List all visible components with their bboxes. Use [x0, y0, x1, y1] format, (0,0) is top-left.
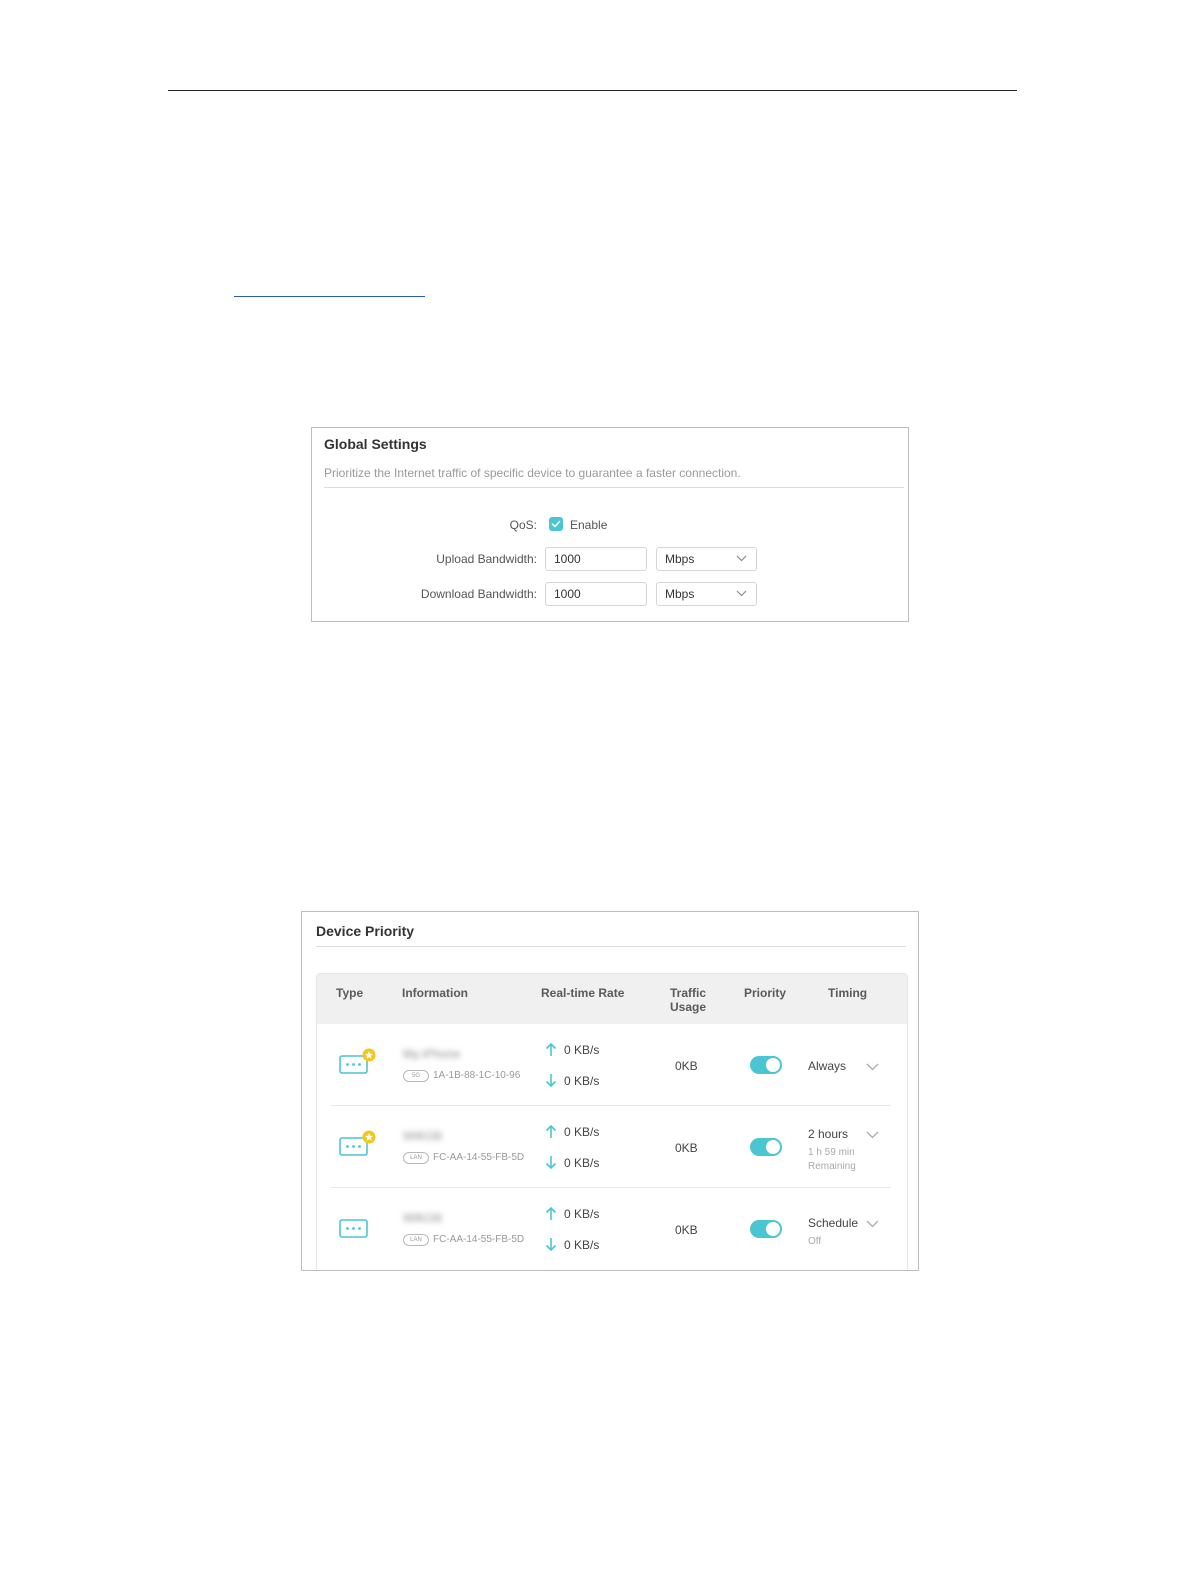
device-mac: FC-AA-14-55-FB-5D [433, 1152, 525, 1163]
download-bandwidth-input[interactable] [545, 582, 647, 606]
device-icon [339, 1219, 368, 1238]
timing-value[interactable]: Always [808, 1059, 846, 1073]
download-bandwidth-label: Download Bandwidth: [420, 587, 537, 601]
device-name: WIKO8 [403, 1129, 442, 1143]
column-header-usage-line1: Traffic [669, 986, 706, 1000]
download-unit-value: Mbps [665, 587, 695, 601]
traffic-usage: 0KB [675, 1141, 698, 1155]
download-rate: 0 KB/s [564, 1156, 600, 1170]
column-header-rate: Real-time Rate [541, 986, 625, 1000]
upload-bandwidth-input[interactable] [545, 547, 647, 571]
traffic-usage: 0KB [675, 1223, 698, 1237]
chevron-down-icon[interactable] [866, 1220, 879, 1228]
upload-bandwidth-label: Upload Bandwidth: [436, 552, 537, 566]
traffic-usage: 0KB [675, 1059, 698, 1073]
table-row: WIKO8 LAN FC-AA-14-55-FB-5D 0 KB/s 0 KB/… [317, 1188, 907, 1270]
chevron-down-icon [736, 555, 747, 562]
download-unit-select[interactable]: Mbps [656, 582, 757, 606]
download-rate: 0 KB/s [564, 1238, 600, 1252]
upload-arrow-icon [545, 1042, 557, 1056]
qos-label: QoS: [509, 518, 537, 532]
upload-unit-select[interactable]: Mbps [656, 547, 757, 571]
column-header-priority: Priority [744, 986, 787, 1000]
upload-unit-value: Mbps [665, 552, 695, 566]
timing-value[interactable]: Schedule [808, 1216, 858, 1230]
global-settings-panel: Global Settings Prioritize the Internet … [311, 427, 909, 622]
panel-title: Device Priority [316, 923, 415, 939]
chevron-down-icon[interactable] [866, 1131, 879, 1139]
qos-enable-checkbox[interactable] [549, 517, 563, 531]
panel-title: Global Settings [324, 436, 427, 452]
panel-divider [324, 487, 904, 488]
qos-enable-label[interactable]: Enable [570, 518, 607, 532]
download-arrow-icon [545, 1074, 557, 1088]
priority-toggle[interactable] [750, 1220, 782, 1238]
toggle-knob [766, 1222, 780, 1236]
timing-value[interactable]: 2 hours [808, 1127, 848, 1141]
panel-description: Prioritize the Internet traffic of speci… [324, 466, 741, 480]
timing-remaining-label: Remaining [808, 1161, 856, 1172]
upload-rate: 0 KB/s [564, 1043, 600, 1057]
panel-divider [316, 946, 906, 947]
connection-badge: LAN [403, 1234, 429, 1246]
toggle-knob [766, 1140, 780, 1154]
connection-badge: LAN [403, 1152, 429, 1164]
link-underline [234, 296, 425, 297]
device-mac: FC-AA-14-55-FB-5D [433, 1234, 525, 1245]
download-rate: 0 KB/s [564, 1074, 600, 1088]
chevron-down-icon [736, 590, 747, 597]
upload-rate: 0 KB/s [564, 1207, 600, 1221]
upload-arrow-icon [545, 1124, 557, 1138]
chevron-down-icon[interactable] [866, 1063, 879, 1071]
timing-remaining: 1 h 59 min Remaining [808, 1146, 878, 1174]
download-arrow-icon [545, 1156, 557, 1170]
upload-rate: 0 KB/s [564, 1125, 600, 1139]
device-name: My-iPhone [403, 1047, 461, 1061]
device-starred-icon [339, 1048, 376, 1074]
page-header-rule [168, 90, 1017, 91]
table-row: WIKO8 LAN FC-AA-14-55-FB-5D 0 KB/s 0 KB/… [317, 1106, 907, 1188]
column-header-usage: Traffic Usage [657, 986, 719, 1014]
column-header-timing: Timing [828, 986, 868, 1000]
priority-toggle[interactable] [750, 1056, 782, 1074]
timing-remaining-time: 1 h 59 min [808, 1147, 855, 1158]
table-header: Type Information Real-time Rate Traffic … [317, 974, 907, 1024]
device-priority-panel: Device Priority Type Information Real-ti… [301, 911, 919, 1271]
timing-schedule-status: Off [808, 1236, 822, 1247]
download-arrow-icon [545, 1238, 557, 1252]
device-starred-icon [339, 1130, 376, 1156]
column-header-information: Information [402, 986, 468, 1000]
check-icon [551, 520, 561, 528]
column-header-type: Type [336, 986, 364, 1000]
table-row: My-iPhone 5G 1A-1B-88-1C-10-96 0 KB/s 0 … [317, 1024, 907, 1106]
connection-badge: 5G [403, 1070, 429, 1082]
device-name: WIKO8 [403, 1211, 442, 1225]
priority-toggle[interactable] [750, 1138, 782, 1156]
device-mac: 1A-1B-88-1C-10-96 [433, 1070, 521, 1081]
toggle-knob [766, 1058, 780, 1072]
device-table: Type Information Real-time Rate Traffic … [316, 973, 908, 1270]
column-header-usage-line2: Usage [669, 1000, 707, 1014]
upload-arrow-icon [545, 1206, 557, 1220]
